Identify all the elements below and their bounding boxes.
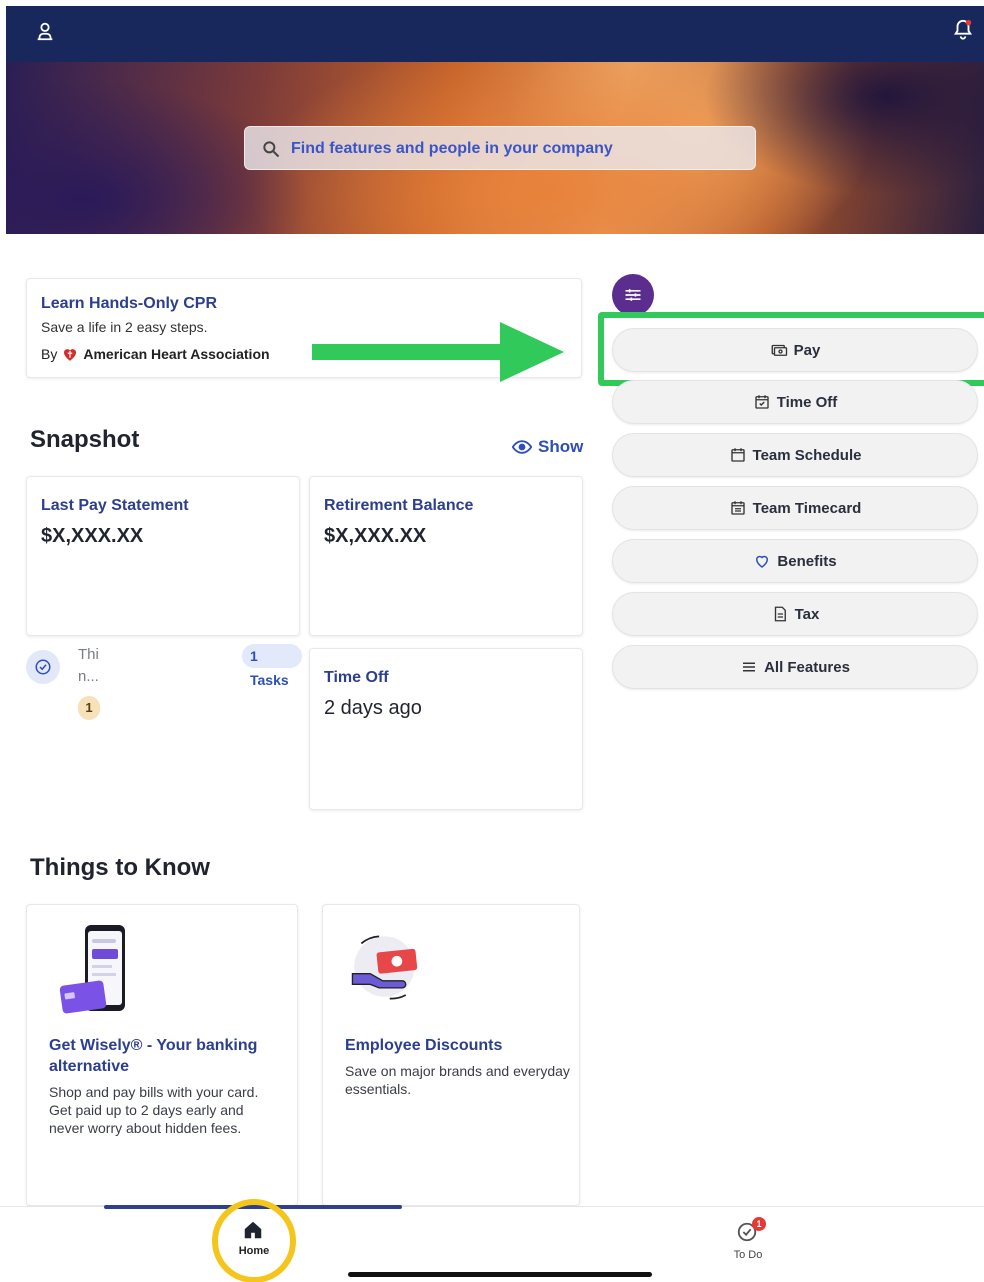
all-features-label: All Features [764, 658, 850, 676]
tax-label: Tax [794, 605, 820, 623]
task-text-line2: n... [78, 668, 99, 685]
benefits-button[interactable]: Benefits [612, 539, 978, 583]
search-bar[interactable]: Find features and people in your company [244, 126, 756, 170]
things-to-know-title: Things to Know [30, 854, 210, 881]
home-icon [244, 1221, 262, 1239]
show-label: Show [538, 437, 584, 456]
customize-features-button[interactable] [612, 274, 654, 316]
by-label: By [41, 346, 58, 362]
top-bar [6, 6, 984, 62]
time-off-button[interactable]: Time Off [612, 380, 978, 424]
employee-discounts-card[interactable]: Employee Discounts Save on major brands … [322, 904, 580, 1206]
task-item[interactable]: Thi n... 1 Tasks 1 [26, 642, 302, 732]
cpr-organization: American Heart Association [83, 346, 270, 362]
retirement-value: $X,XXX.XX [324, 525, 427, 547]
team-schedule-button[interactable]: Team Schedule [612, 433, 978, 477]
menu-icon [743, 662, 756, 672]
search-icon [263, 141, 280, 158]
green-arrow-annotation [312, 322, 564, 382]
phone-card-illustration [59, 925, 125, 1014]
bottom-navigation: Home 1 To Do [0, 1199, 984, 1282]
tax-button[interactable]: Tax [612, 592, 978, 636]
team-timecard-button[interactable]: Team Timecard [612, 486, 978, 530]
team-timecard-label: Team Timecard [752, 499, 862, 517]
document-icon [774, 606, 786, 622]
wisely-title[interactable]: Get Wisely® - Your banking alternative [49, 1035, 281, 1077]
calendar-list-icon [730, 501, 745, 515]
benefits-label: Benefits [777, 552, 837, 570]
discounts-title[interactable]: Employee Discounts [345, 1035, 577, 1056]
discount-hand-illustration [351, 935, 418, 1000]
team-schedule-label: Team Schedule [752, 446, 862, 464]
todo-tab-label: To Do [733, 1249, 763, 1261]
task-number-badge: 1 [78, 696, 100, 720]
retirement-balance-card[interactable]: Retirement Balance $X,XXX.XX [309, 476, 583, 636]
cpr-attribution: By American Heart Association [41, 345, 270, 363]
all-features-button[interactable]: All Features [612, 645, 978, 689]
cpr-title[interactable]: Learn Hands-Only CPR [41, 295, 217, 313]
tasks-count-badge: 1 Tasks [242, 644, 302, 688]
last-pay-value: $X,XXX.XX [41, 525, 144, 547]
last-pay-statement-card[interactable]: Last Pay Statement $X,XXX.XX [26, 476, 300, 636]
aha-heart-icon [64, 349, 77, 361]
check-circle-icon [26, 650, 60, 684]
time-off-card-value: 2 days ago [324, 697, 422, 719]
eye-icon [512, 440, 532, 454]
discounts-description: Save on major brands and everyday essent… [345, 1063, 570, 1097]
home-tab-label: Home [238, 1245, 270, 1257]
calendar-icon [730, 448, 745, 462]
search-placeholder: Find features and people in your company [291, 140, 613, 157]
home-tab[interactable]: Home [212, 1199, 296, 1282]
heart-icon [756, 555, 769, 568]
last-pay-label: Last Pay Statement [41, 497, 189, 514]
home-indicator-bar [348, 1272, 652, 1277]
cpr-subtitle: Save a life in 2 easy steps. [41, 319, 208, 335]
task-text-line1: Thi [78, 646, 99, 663]
calendar-check-icon [755, 395, 769, 409]
wisely-description: Shop and pay bills with your card. Get p… [49, 1084, 259, 1136]
snapshot-title: Snapshot [30, 426, 140, 453]
retirement-label: Retirement Balance [324, 497, 474, 514]
user-icon[interactable] [34, 20, 56, 42]
todo-tab[interactable]: 1 To Do [720, 1215, 776, 1271]
show-values-button[interactable]: Show [512, 437, 583, 457]
time-off-label: Time Off [776, 393, 838, 411]
wisely-card[interactable]: Get Wisely® - Your banking alternative S… [26, 904, 298, 1206]
sliders-icon [625, 289, 641, 301]
bell-icon[interactable] [952, 18, 974, 42]
pay-highlight-box [598, 312, 984, 386]
time-off-card-label: Time Off [324, 669, 389, 686]
todo-badge: 1 [752, 1217, 766, 1231]
time-off-card[interactable]: Time Off 2 days ago [309, 648, 583, 810]
